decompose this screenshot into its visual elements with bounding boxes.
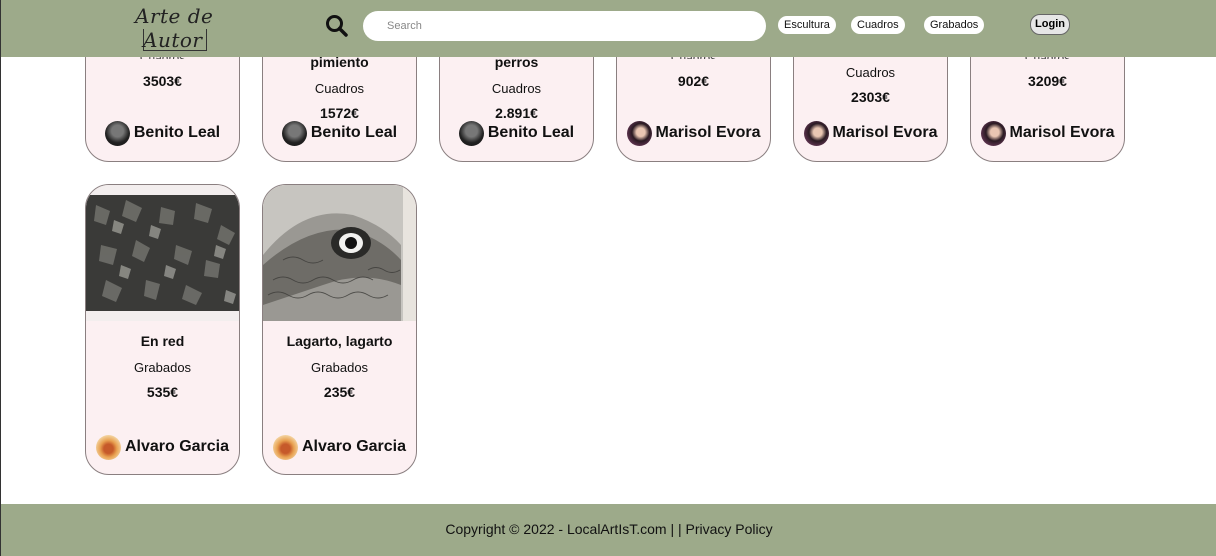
page: Cuadros 3503€ Benito Leal pimiento Cuadr… [0, 0, 1216, 556]
avatar [95, 434, 121, 460]
artist-link[interactable]: Alvaro Garcia [86, 433, 239, 461]
card-price: 3503€ [143, 73, 182, 89]
product-card[interactable]: Lagarto, lagarto Grabados 235€ Alvaro Ga… [262, 184, 417, 475]
avatar [104, 120, 130, 146]
logo-line1: Arte de [135, 4, 214, 28]
card-title: En red [140, 333, 185, 349]
footer-copyright: Copyright © 2022 - LocalArtIsT.com [445, 521, 667, 537]
card-category: Cuadros [314, 81, 365, 96]
avatar [272, 434, 298, 460]
card-title: Lagarto, lagarto [286, 333, 393, 349]
card-category: Grabados [310, 360, 369, 375]
avatar [803, 120, 829, 146]
artist-link[interactable]: Benito Leal [440, 119, 593, 147]
site-logo[interactable]: Arte de Autor [129, 2, 219, 54]
card-price: 902€ [677, 73, 710, 89]
search-icon[interactable] [324, 13, 350, 39]
card-price: 3209€ [1028, 73, 1067, 89]
avatar [980, 120, 1006, 146]
header: Arte de Autor Escultura Cuadros Grabados… [1, 0, 1216, 57]
avatar [281, 120, 307, 146]
avatar [626, 120, 652, 146]
card-category: Cuadros [845, 65, 896, 80]
login-button[interactable]: Login [1030, 14, 1070, 35]
artwork-image[interactable] [263, 185, 416, 321]
card-category: Cuadros [491, 81, 542, 96]
card-price: 235€ [323, 384, 356, 400]
artist-link[interactable]: Alvaro Garcia [263, 433, 416, 461]
logo-line2: Autor [143, 28, 203, 52]
footer: Copyright © 2022 - LocalArtIsT.com | | P… [1, 504, 1216, 556]
card-price: 535€ [146, 384, 179, 400]
search-input[interactable] [363, 11, 766, 41]
avatar [458, 120, 484, 146]
artist-name: Benito Leal [310, 124, 398, 141]
nav-cuadros[interactable]: Cuadros [851, 16, 905, 34]
card-category: Grabados [133, 360, 192, 375]
privacy-policy-link[interactable]: Privacy Policy [686, 521, 773, 537]
footer-separator: | | [670, 521, 682, 537]
nav-grabados[interactable]: Grabados [924, 16, 985, 34]
artist-link[interactable]: Benito Leal [86, 119, 239, 147]
artist-name: Benito Leal [487, 124, 575, 141]
card-price: 2303€ [851, 89, 890, 105]
artist-link[interactable]: Marisol Evora [971, 119, 1124, 147]
artist-name: Alvaro Garcia [301, 438, 407, 455]
artist-link[interactable]: Marisol Evora [794, 119, 947, 147]
artist-link[interactable]: Benito Leal [263, 119, 416, 147]
artist-name: Marisol Evora [655, 124, 761, 141]
artist-name: Marisol Evora [1009, 124, 1115, 141]
nav-escultura[interactable]: Escultura [778, 16, 836, 34]
product-card[interactable]: En red Grabados 535€ Alvaro Garcia [85, 184, 240, 475]
artist-name: Alvaro Garcia [124, 438, 230, 455]
artist-name: Marisol Evora [832, 124, 938, 141]
artwork-image[interactable] [86, 185, 239, 321]
artist-name: Benito Leal [133, 124, 221, 141]
artist-link[interactable]: Marisol Evora [617, 119, 770, 147]
